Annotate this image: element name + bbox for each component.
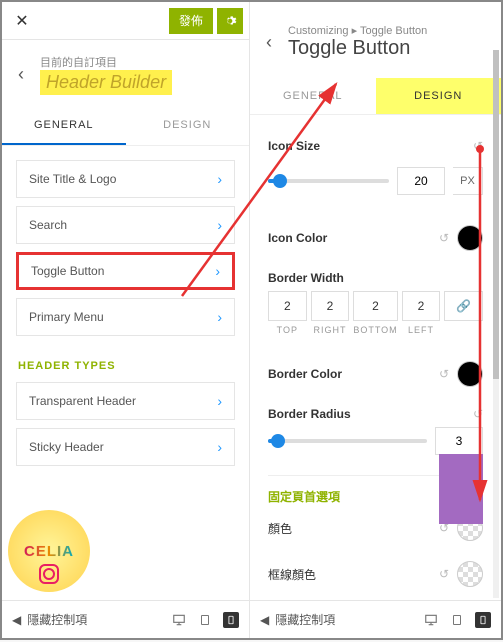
icon-color-swatch[interactable] [457,225,483,251]
reset-icon[interactable]: ↺ [473,407,483,421]
tab-general[interactable]: GENERAL [250,78,376,114]
device-tablet-icon[interactable] [197,612,213,628]
left-breadcrumb: ‹ 目前的自訂項目 Header Builder [2,40,249,99]
item-primary-menu[interactable]: Primary Menu› [16,298,235,336]
breadcrumb-small-text: 目前的自訂項目 [40,54,172,70]
border-width-controls: 2TOP 2RIGHT 2BOTTOM 2LEFT 🔗 [268,291,483,335]
right-tabs: GENERAL DESIGN [250,78,501,115]
customizer-right-panel: ‹ Customizing ▸ Toggle Button Toggle But… [250,2,501,638]
page-title: Header Builder [40,70,172,95]
reset-icon[interactable]: ↺ [439,231,449,245]
right-body: Icon Size ↺ PX Icon Color ↺ Border Width [250,115,501,600]
annotation-purple-box [439,454,483,524]
page-title: Toggle Button [288,37,427,60]
slider-thumb[interactable] [271,434,285,448]
tab-design[interactable]: DESIGN [126,107,250,145]
item-transparent-header[interactable]: Transparent Header› [16,382,235,420]
border-radius-slider[interactable] [268,439,427,443]
back-chevron-icon[interactable]: ‹ [260,27,278,57]
chevron-right-icon: › [217,309,222,325]
item-search[interactable]: Search› [16,206,235,244]
reset-icon[interactable]: ↺ [473,139,483,153]
close-icon[interactable]: ✕ [8,7,36,35]
device-mobile-icon[interactable] [475,612,491,628]
tab-design[interactable]: DESIGN [376,78,502,114]
left-footer: ◀ 隱藏控制項 [2,600,249,638]
scrollbar-thumb[interactable] [493,50,499,379]
slider-thumb[interactable] [273,174,287,188]
border-top-input[interactable]: 2 [268,291,307,321]
border-radius-input[interactable] [435,427,483,455]
chevron-right-icon: › [217,171,222,187]
icon-size-label: Icon Size [268,139,320,153]
device-tablet-icon[interactable] [449,612,465,628]
left-tabs: GENERAL DESIGN [2,107,249,146]
border-radius-label: Border Radius [268,407,351,421]
breadcrumb-path: Customizing ▸ Toggle Button [288,24,427,37]
celia-logo: CELIA [8,510,90,592]
frame-color-label: 框線顏色 [268,566,316,583]
device-desktop-icon[interactable] [423,612,439,628]
reset-icon[interactable]: ↺ [439,567,449,581]
tab-general[interactable]: GENERAL [2,107,126,145]
device-mobile-icon[interactable] [223,612,239,628]
border-left-input[interactable]: 2 [402,291,441,321]
back-chevron-icon[interactable]: ‹ [12,60,30,90]
border-color-swatch[interactable] [457,361,483,387]
border-right-input[interactable]: 2 [311,291,350,321]
icon-size-unit: PX [453,167,483,195]
frame-color-swatch[interactable] [457,561,483,587]
collapse-icon[interactable]: ◀ [12,613,21,627]
gear-icon[interactable] [217,8,243,34]
device-desktop-icon[interactable] [171,612,187,628]
color-label: 顏色 [268,520,292,537]
collapse-icon[interactable]: ◀ [260,613,269,627]
border-bottom-input[interactable]: 2 [353,291,397,321]
chevron-right-icon: › [215,263,220,279]
footer-text: 隱藏控制項 [275,611,335,628]
chevron-right-icon: › [217,393,222,409]
scrollbar[interactable] [493,50,499,598]
right-footer: ◀ 隱藏控制項 [250,600,501,638]
item-site-title-logo[interactable]: Site Title & Logo› [16,160,235,198]
section-header-types: HEADER TYPES [16,346,235,382]
chevron-right-icon: › [217,439,222,455]
publish-button[interactable]: 發佈 [169,8,213,34]
customizer-left-panel: ✕ 發佈 ‹ 目前的自訂項目 Header Builder GENERAL DE… [2,2,250,638]
reset-icon[interactable]: ↺ [439,367,449,381]
left-topbar: ✕ 發佈 [2,2,249,40]
icon-size-slider[interactable] [268,179,389,183]
border-width-label: Border Width [268,271,483,285]
footer-text: 隱藏控制項 [27,611,87,628]
right-breadcrumb: ‹ Customizing ▸ Toggle Button Toggle But… [250,2,501,64]
link-values-icon[interactable]: 🔗 [444,291,483,321]
item-sticky-header[interactable]: Sticky Header› [16,428,235,466]
instagram-icon [39,564,59,584]
chevron-right-icon: › [217,217,222,233]
item-toggle-button[interactable]: Toggle Button› [16,252,235,290]
icon-size-input[interactable] [397,167,445,195]
border-color-label: Border Color [268,367,342,381]
icon-color-label: Icon Color [268,231,327,245]
